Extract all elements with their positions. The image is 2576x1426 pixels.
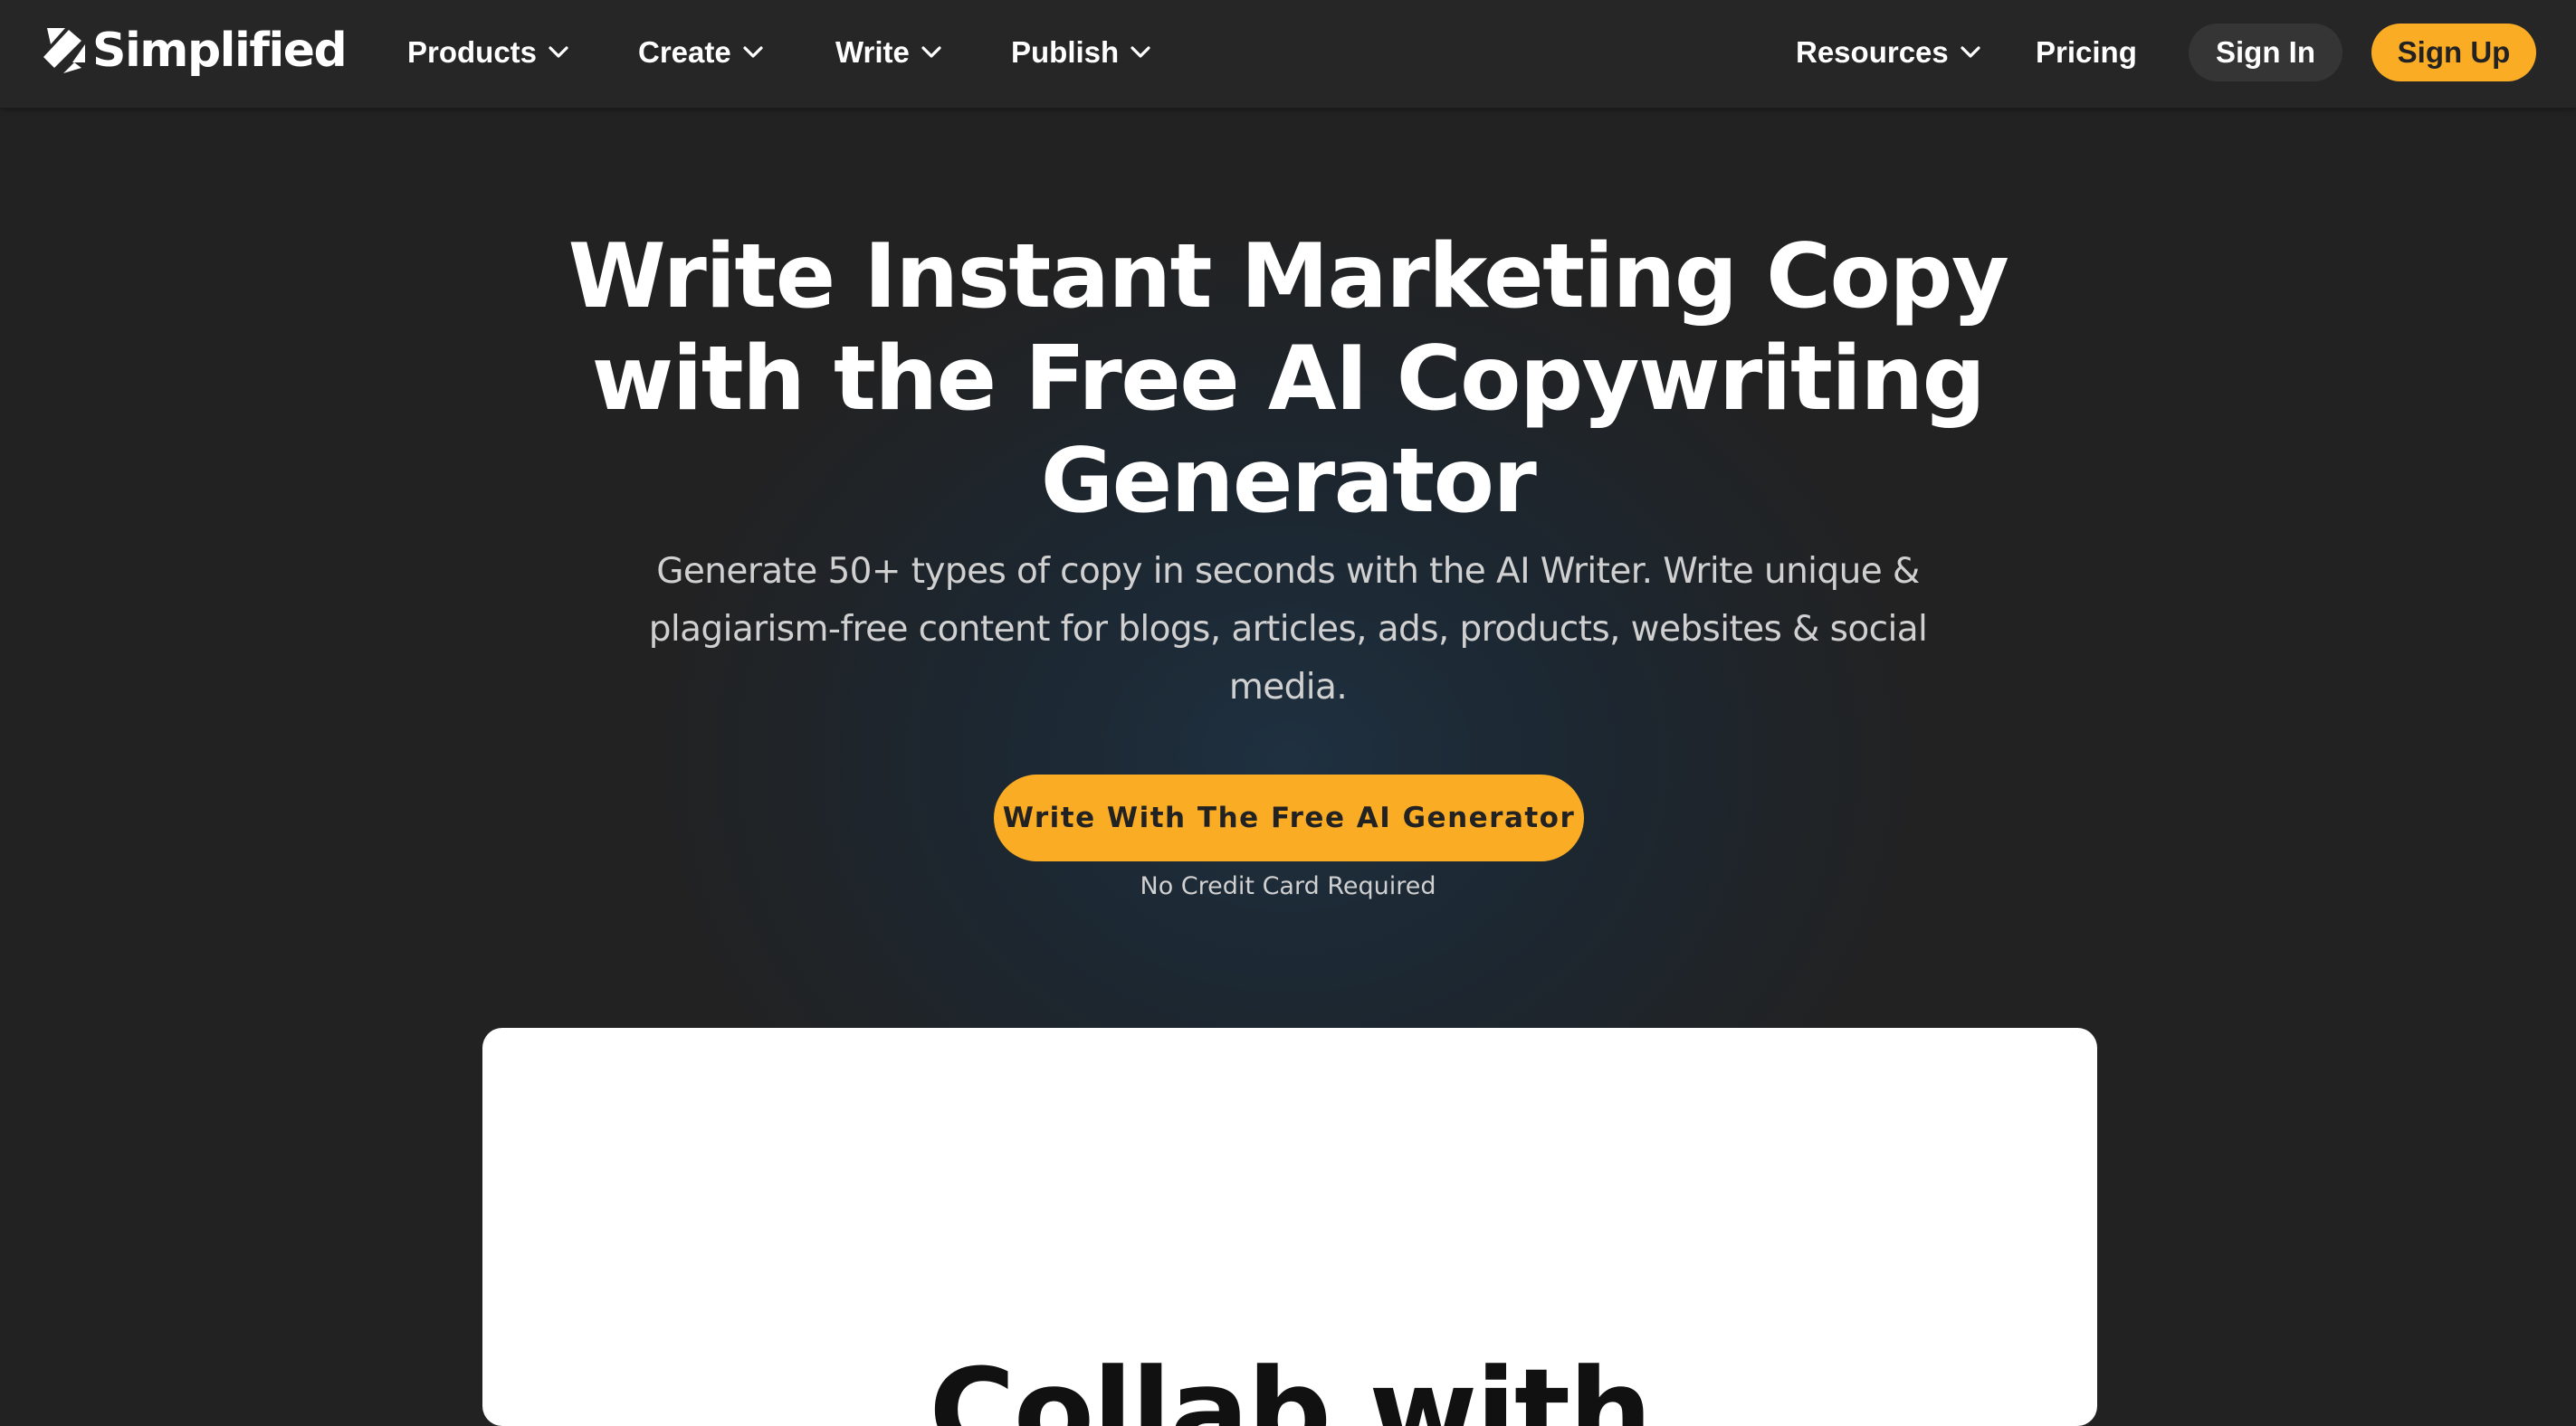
nav-publish-label: Publish [1011,35,1120,69]
chevron-down-icon [743,46,763,58]
logo[interactable]: Simplified [42,22,348,80]
nav-resources-label: Resources [1796,35,1949,69]
nav-create-label: Create [638,35,731,69]
chevron-down-icon [921,46,941,58]
nav-products-label: Products [407,35,538,69]
site-header: Simplified Products Create Write Publish… [0,0,2576,108]
nav-create[interactable]: Create [638,27,764,78]
hero-title: Write Instant Marketing Copy with the Fr… [568,225,2009,533]
logo-text: Simplified [92,24,348,78]
nav-write[interactable]: Write [835,27,942,78]
nav-resources[interactable]: Resources [1796,27,1981,78]
nav-write-label: Write [835,35,910,69]
write-with-free-ai-generator-button[interactable]: Write With The Free AI Generator [994,775,1584,861]
hero-subtitle: Generate 50+ types of copy in seconds wi… [648,551,1928,708]
chevron-down-icon [1131,46,1150,58]
no-credit-card-note: No Credit Card Required [1140,872,1436,900]
sign-up-button[interactable]: Sign Up [2371,24,2536,81]
nav-products[interactable]: Products [407,27,569,78]
simplified-logo-icon [43,28,85,73]
collab-heading: Collab with [929,1343,1652,1426]
chevron-down-icon [1961,46,1980,58]
sign-in-button[interactable]: Sign In [2189,24,2342,81]
collab-card: Collab with [482,1028,2097,1426]
nav-publish[interactable]: Publish [1011,27,1151,78]
nav-pricing[interactable]: Pricing [2036,27,2137,78]
chevron-down-icon [549,46,568,58]
